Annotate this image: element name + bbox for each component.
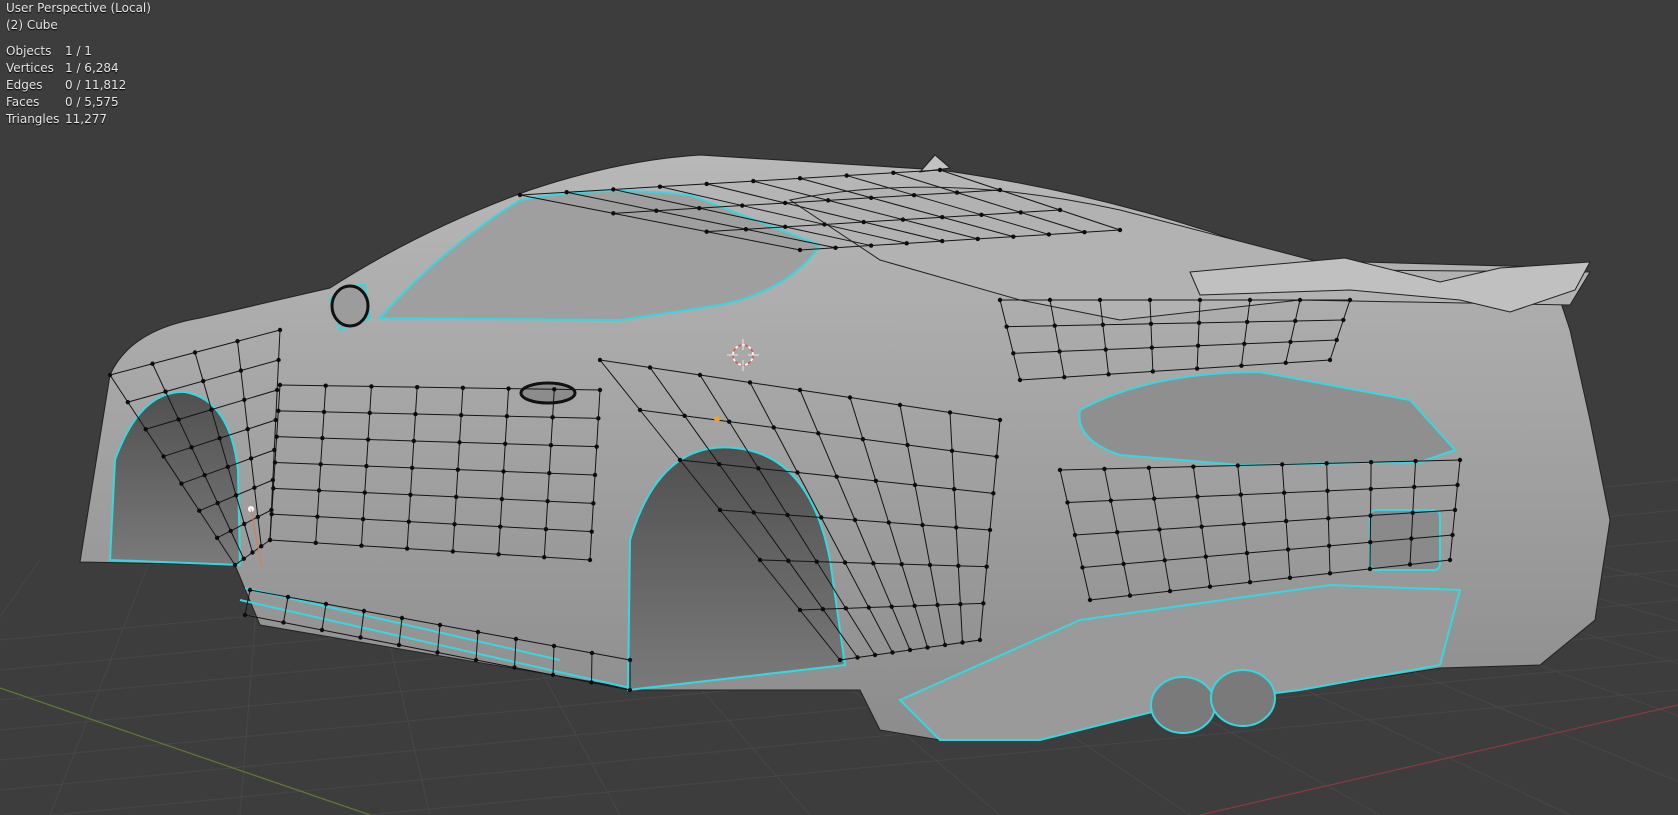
x-axis-line: [1199, 704, 1678, 815]
stat-value: 0 / 11,812: [65, 78, 127, 92]
door-handle: [519, 381, 577, 405]
side-mirror: [330, 284, 370, 328]
license-plate-recess: [1369, 509, 1441, 571]
stat-value: 1 / 6,284: [65, 61, 119, 75]
roof-fin: [918, 154, 952, 173]
y-axis-line: [0, 687, 371, 815]
object-origin-icon: [714, 416, 720, 422]
stat-value: 11,277: [65, 112, 107, 126]
stat-value: 0 / 5,575: [65, 95, 119, 109]
car-mesh[interactable]: [79, 154, 1611, 741]
view-name: User Perspective (Local): [6, 1, 151, 15]
stat-label: Faces: [6, 95, 40, 109]
viewport-scene[interactable]: [0, 0, 1678, 815]
stat-label: Edges: [6, 78, 43, 92]
3d-viewport[interactable]: User Perspective (Local) (2) Cube Object…: [0, 0, 1678, 815]
stat-label: Triangles: [6, 112, 60, 126]
stat-label: Vertices: [6, 61, 54, 75]
stat-label: Objects: [6, 44, 52, 58]
stat-edges: Edges 0 / 11,812: [6, 77, 151, 94]
exhaust-tip-right: [1210, 669, 1276, 727]
stat-faces: Faces 0 / 5,575: [6, 94, 151, 111]
exhaust-tip-left: [1150, 676, 1216, 734]
stat-value: 1 / 1: [65, 44, 92, 58]
stat-vertices: Vertices 1 / 6,284: [6, 60, 151, 77]
stat-triangles: Triangles 11,277: [6, 111, 151, 128]
viewport-text-overlay: User Perspective (Local) (2) Cube Object…: [6, 0, 151, 128]
active-object-name: (2) Cube: [6, 18, 58, 32]
stat-objects: Objects 1 / 1: [6, 43, 151, 60]
